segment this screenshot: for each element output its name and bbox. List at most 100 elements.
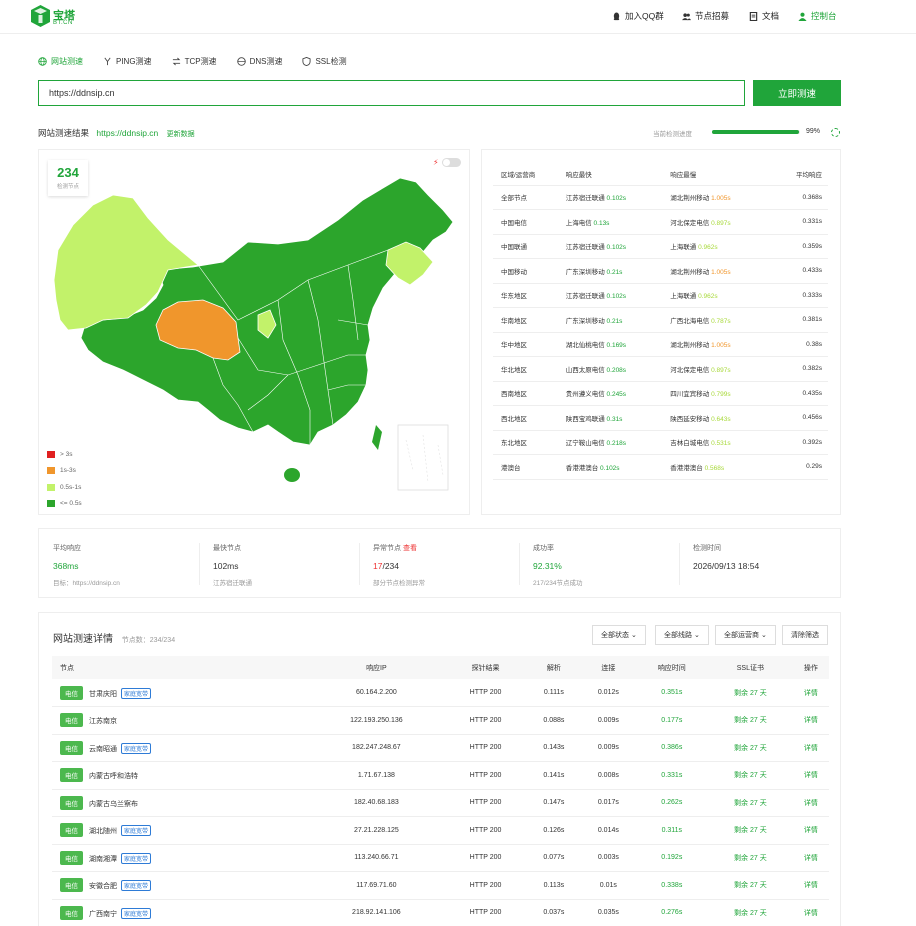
fastest-time: 0.21s [606,317,623,325]
lightning-icon: ⚡ [433,158,439,167]
map-region-hainan[interactable] [284,468,300,482]
update-data-link[interactable]: 更新数据 [167,131,195,138]
fastest-node-name: 香港港澳台 [565,464,599,472]
connect-time: 0.01s [581,871,636,900]
ping-icon [104,57,111,66]
response-ip: 113.240.66.71 [308,844,445,872]
detail-link[interactable]: 详情 [792,789,829,817]
detail-link[interactable]: 详情 [792,761,829,790]
filter-status-dropdown[interactable]: 全部状态 ⌄ [592,625,646,645]
filter-line-dropdown[interactable]: 全部线路 ⌄ [655,625,709,645]
tab-website-speed[interactable]: 网站测速 [38,56,83,67]
ssl-remaining: 剩余 27 天 [708,844,793,872]
table-row: 电信 内蒙古乌兰察布 182.40.68.183 HTTP 200 0.147s 0.01… [52,789,829,817]
fastest-time: 0.245s [606,391,627,399]
loading-spinner-icon [831,128,840,137]
chevron-down-icon: ⌄ [760,632,767,639]
legend-label: 1s-3s [60,467,76,475]
slowest-time: 0.897s [711,366,731,374]
fastest-time: 0.102s [606,293,627,301]
detail-link[interactable]: 详情 [792,899,829,926]
connect-time: 0.009s [581,734,636,762]
broadband-tag: 家庭宽带 [121,742,152,754]
detail-link[interactable]: 详情 [792,734,829,762]
connect-time: 0.012s [581,679,636,707]
slowest-node: 香港港澳台 0.568s [662,454,767,480]
detail-link[interactable]: 详情 [792,871,829,900]
nav-docs[interactable]: 文档 [749,10,779,22]
detail-link[interactable]: 详情 [792,816,829,845]
region-name: 东北地区 [493,430,558,455]
tab-ping[interactable]: PING测速 [103,56,152,67]
col-connect: 连接 [581,656,636,679]
nav-qq-group[interactable]: 加入QQ群 [612,10,664,22]
region-name: 港澳台 [493,454,558,480]
node-cell: 电信 广西南宁 家庭宽带 [52,899,309,926]
qq-icon [613,11,620,20]
logo[interactable]: 宝塔 BT.CN [31,4,81,30]
region-name: 西北地区 [493,405,558,431]
start-test-button[interactable]: 立即测速 [753,80,841,106]
probe-result: HTTP 200 [444,871,527,900]
detail-link[interactable]: 详情 [792,844,829,872]
stat-success-rate: 成功率 92.31% 217/234节点成功 [519,529,679,599]
fastest-node: 广东深圳移动 0.21s [557,307,663,333]
clear-filter-button[interactable]: 清除筛选 [782,625,828,645]
average-time: 0.38s [766,332,828,357]
slowest-time: 0.531s [711,440,731,448]
filter-label: 全部线路 [664,632,692,639]
node-cell: 电信 内蒙古呼和浩特 [52,761,309,790]
ssl-remaining: 剩余 27 天 [708,761,793,790]
map-toggle-switch[interactable] [442,158,461,167]
probe-result: HTTP 200 [444,789,527,817]
stat-key: 最快节点 [213,545,241,552]
tab-tcp[interactable]: TCP测速 [172,56,217,67]
detail-link[interactable]: 详情 [792,679,829,707]
dns-time: 0.111s [526,679,582,707]
slowest-node-name: 湖北荆州移动 [670,342,710,350]
table-row: 电信 安徽合肥 家庭宽带 117.69.71.60 HTTP 200 0.113s 0.01… [52,871,829,900]
dns-time: 0.141s [526,761,582,790]
tab-label: DNS测速 [249,57,283,66]
fastest-node-name: 辽宁鞍山电信 [565,440,605,448]
legend-swatch [47,467,55,475]
nav-docs-label: 文档 [762,11,780,21]
slowest-time: 0.962s [698,244,718,252]
stat-avg-response: 平均响应 368ms 目标：https://ddnsip.cn [39,529,199,599]
response-time: 0.192s [635,844,709,872]
slowest-node-name: 四川宜宾移动 [670,391,710,399]
slowest-node: 陕西延安移动 0.643s [662,405,767,431]
dns-time: 0.088s [526,706,582,735]
top-header: 宝塔 BT.CN 加入QQ群 节点招募 文档 控制台 [0,0,916,34]
nav-console-label: 控制台 [811,11,837,21]
view-abnormal-link[interactable]: 查看 [403,545,417,552]
connect-time: 0.014s [581,816,636,845]
legend-item: <= 0.5s [47,496,82,513]
result-url[interactable]: https://ddnsip.cn [96,128,158,138]
nav-node-recruit[interactable]: 节点招募 [682,10,729,22]
tab-dns[interactable]: DNS测速 [236,56,283,67]
col-action: 操作 [792,656,829,679]
legend-item: > 3s [47,446,82,463]
slowest-time: 1.005s [711,342,731,350]
fastest-node-name: 湖北仙桃电信 [565,342,605,350]
detail-link[interactable]: 详情 [792,706,829,735]
node-cell: 电信 内蒙古乌兰察布 [52,789,309,817]
nav-console[interactable]: 控制台 [798,10,837,22]
connect-time: 0.009s [581,706,636,735]
fastest-node-name: 江苏宿迁联通 [565,293,605,301]
map-region-taiwan[interactable] [372,425,382,450]
probe-result: HTTP 200 [444,706,527,735]
filter-isp-dropdown[interactable]: 全部运营商 ⌄ [715,625,776,645]
region-name: 华南地区 [493,307,558,333]
col-node: 节点 [52,656,309,679]
table-row: 港澳台 香港港澳台 0.102s 香港港澳台 0.568s 0.29s [493,454,828,480]
col-average: 平均响应 [766,163,828,186]
url-input[interactable] [38,80,745,106]
connect-time: 0.035s [581,899,636,926]
tab-ssl[interactable]: SSL检测 [302,56,347,67]
globe-icon [38,57,47,66]
slowest-node-name: 香港港澳台 [670,464,703,472]
node-name: 内蒙古乌兰察布 [89,800,138,808]
tab-label: 网站测速 [51,57,83,66]
